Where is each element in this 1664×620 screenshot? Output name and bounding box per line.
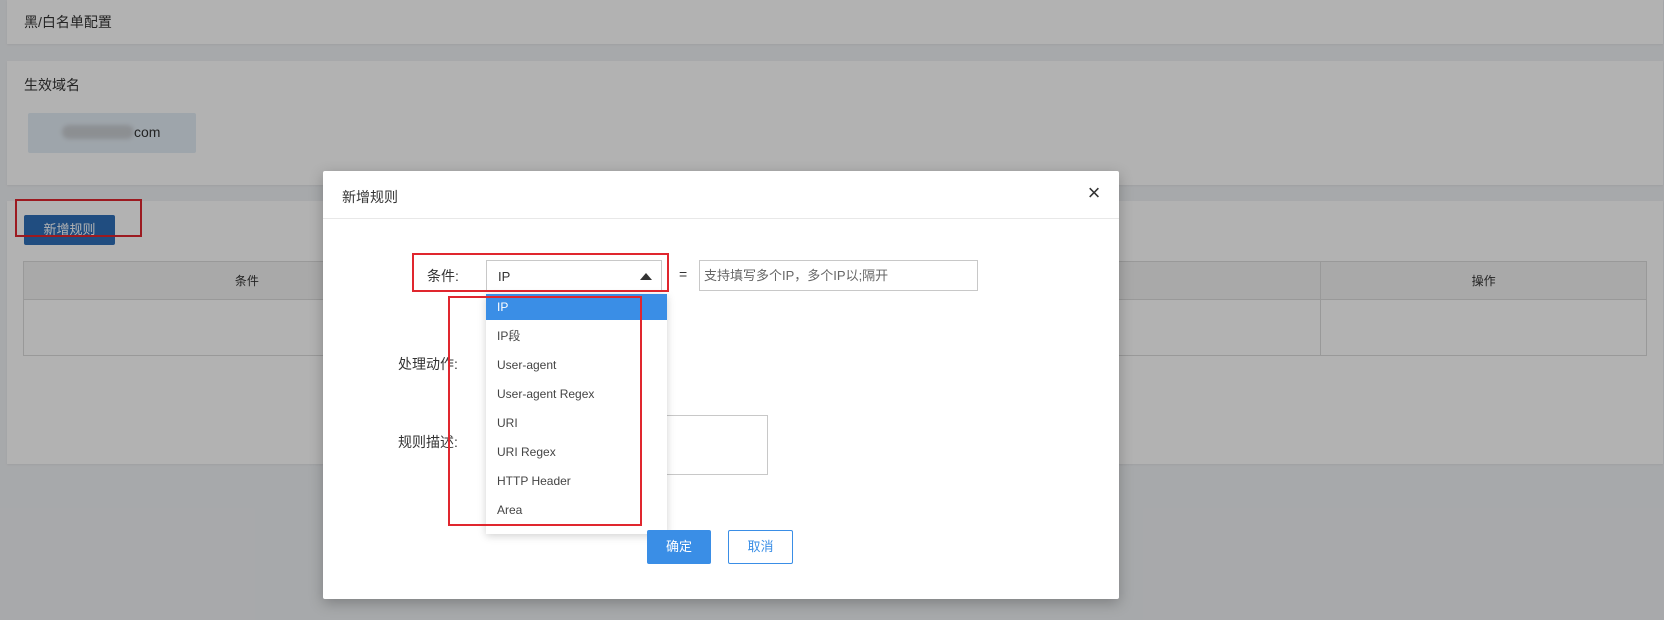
cancel-button[interactable]: 取消 [728, 530, 793, 564]
modal-title: 新增规则 [342, 189, 398, 205]
ip-input[interactable] [699, 260, 978, 291]
confirm-button[interactable]: 确定 [647, 530, 711, 564]
add-rule-modal: 新增规则 × 条件: IP = 处理动作: 规则描述: IP IP段 User-… [323, 171, 1119, 599]
description-textarea[interactable] [661, 415, 768, 475]
highlight-box-dropdown [448, 296, 642, 526]
close-icon[interactable]: × [1083, 182, 1105, 205]
equals-sign: = [679, 266, 688, 282]
modal-header: 新增规则 × [323, 171, 1119, 219]
highlight-box-condition [412, 253, 669, 292]
